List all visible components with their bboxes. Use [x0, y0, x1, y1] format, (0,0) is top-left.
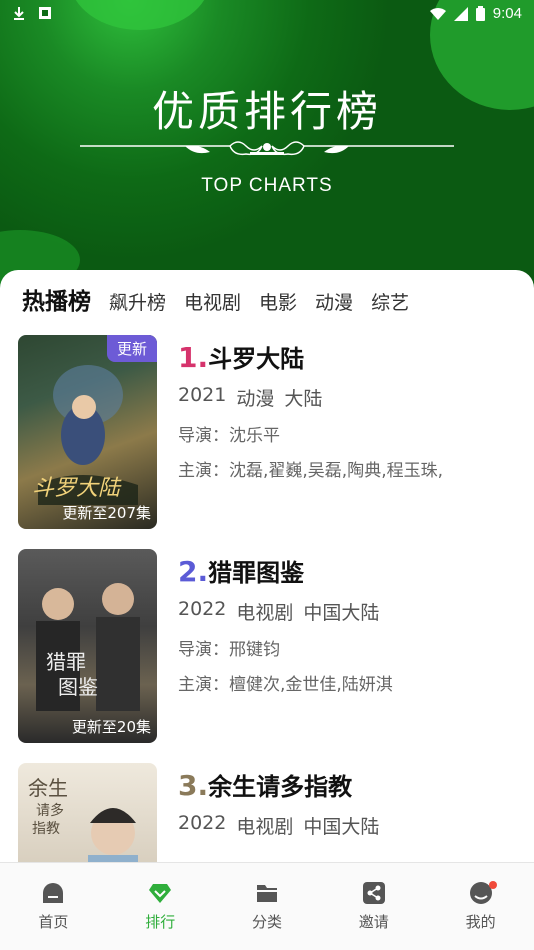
notification-dot — [489, 881, 498, 889]
poster-image[interactable]: 余生 请多 指教 — [18, 763, 157, 862]
item-genre: 电视剧 — [236, 816, 294, 838]
nav-label: 我的 — [465, 913, 496, 931]
nav-category[interactable]: 分类 — [214, 863, 321, 950]
signal-icon — [453, 6, 468, 21]
nav-label: 分类 — [251, 913, 282, 931]
bottom-navigation: 首页 排行 分类 邀请 我的 — [0, 862, 534, 950]
svg-text:斗罗大陆: 斗罗大陆 — [32, 476, 122, 501]
item-meta: 2022 电视剧 中国大陆 — [178, 598, 518, 625]
nav-home[interactable]: 首页 — [0, 863, 107, 950]
item-title[interactable]: 1.斗罗大陆 — [178, 339, 518, 374]
tab-hot[interactable]: 热播榜 — [22, 282, 91, 316]
poster-art: 余生 请多 指教 — [28, 776, 138, 862]
episode-progress: 更新至20集 — [71, 718, 151, 736]
poster-art: 斗罗大陆 — [32, 365, 138, 505]
home-icon — [43, 883, 64, 903]
ranking-panel: 热播榜 飙升榜 电视剧 电影 动漫 综艺 斗罗大陆 更新 更新至207集 1.斗… — [0, 270, 534, 862]
notification-icon — [39, 7, 51, 19]
ornament-divider-icon — [80, 141, 454, 156]
item-region: 大陆 — [284, 388, 323, 410]
item-meta: 2022 电视剧 中国大陆 — [178, 812, 518, 839]
nav-label: 排行 — [145, 913, 176, 931]
svg-text:图鉴: 图鉴 — [58, 675, 98, 699]
clock: 9:04 — [492, 5, 522, 22]
list-item[interactable]: 猎罪 图鉴 更新至20集 2.猎罪图鉴 2022 电视剧 中国大陆 导演：邢键钧… — [18, 549, 518, 743]
rank-number: 2. — [178, 555, 209, 588]
svg-text:请多: 请多 — [36, 802, 64, 819]
rank-number: 1. — [178, 341, 209, 374]
battery-icon — [475, 6, 485, 21]
svg-text:指教: 指教 — [32, 821, 60, 837]
wifi-icon — [429, 7, 446, 20]
svg-text:猎罪: 猎罪 — [46, 650, 86, 674]
item-cast: 主演：沈磊,翟巍,吴磊,陶典,程玉珠, — [178, 461, 444, 481]
item-region: 中国大陆 — [303, 816, 380, 838]
status-bar: 9:04 — [0, 0, 534, 28]
item-meta: 2021 动漫 大陆 — [178, 384, 518, 411]
item-name: 斗罗大陆 — [208, 345, 305, 373]
poster-image[interactable]: 猎罪 图鉴 更新至20集 — [18, 549, 157, 743]
poster-art: 猎罪 图鉴 — [36, 583, 140, 711]
item-cast: 主演：檀健次,金世佳,陆妍淇 — [178, 675, 393, 695]
tab-movie[interactable]: 电影 — [259, 288, 297, 315]
episode-progress: 更新至207集 — [62, 504, 151, 522]
download-icon — [14, 7, 24, 20]
svg-text:余生: 余生 — [28, 776, 68, 800]
nav-profile[interactable]: 我的 — [427, 863, 534, 950]
item-year: 2021 — [178, 384, 227, 406]
list-item[interactable]: 余生 请多 指教 3.余生请多指教 2022 电视剧 中国大陆 — [18, 763, 518, 862]
category-tabs: 热播榜 飙升榜 电视剧 电影 动漫 综艺 — [22, 282, 409, 316]
page-subtitle: TOP CHARTS — [201, 175, 333, 196]
page-title: 优质排行榜 — [151, 87, 382, 136]
item-year: 2022 — [178, 812, 227, 834]
diamond-icon — [149, 884, 172, 903]
header-banner: 9:04 优质排行榜 TOP CHARTS — [0, 0, 534, 300]
folder-icon — [256, 885, 277, 902]
item-year: 2022 — [178, 598, 227, 620]
poster-image[interactable]: 斗罗大陆 更新 更新至207集 — [18, 335, 157, 529]
item-genre: 电视剧 — [236, 602, 294, 624]
item-genre: 动漫 — [236, 388, 275, 410]
tab-anime[interactable]: 动漫 — [315, 288, 353, 315]
update-badge: 更新 — [106, 335, 157, 362]
item-name: 猎罪图鉴 — [208, 559, 305, 587]
item-director: 导演：沈乐平 — [178, 426, 280, 446]
nav-label: 首页 — [38, 913, 69, 931]
rank-number: 3. — [178, 769, 209, 802]
tab-rising[interactable]: 飙升榜 — [109, 288, 166, 315]
list-item[interactable]: 斗罗大陆 更新 更新至207集 1.斗罗大陆 2021 动漫 大陆 导演：沈乐平… — [18, 335, 518, 529]
tab-variety[interactable]: 综艺 — [371, 288, 409, 315]
nav-ranking[interactable]: 排行 — [107, 863, 214, 950]
item-region: 中国大陆 — [303, 602, 380, 624]
nav-invite[interactable]: 邀请 — [320, 863, 427, 950]
item-title[interactable]: 2.猎罪图鉴 — [178, 553, 518, 588]
item-title[interactable]: 3.余生请多指教 — [178, 767, 518, 802]
nav-label: 邀请 — [358, 913, 389, 931]
item-director: 导演：邢键钧 — [178, 640, 280, 660]
share-icon — [362, 882, 385, 904]
item-name: 余生请多指教 — [208, 773, 353, 801]
tab-tv[interactable]: 电视剧 — [184, 288, 241, 315]
